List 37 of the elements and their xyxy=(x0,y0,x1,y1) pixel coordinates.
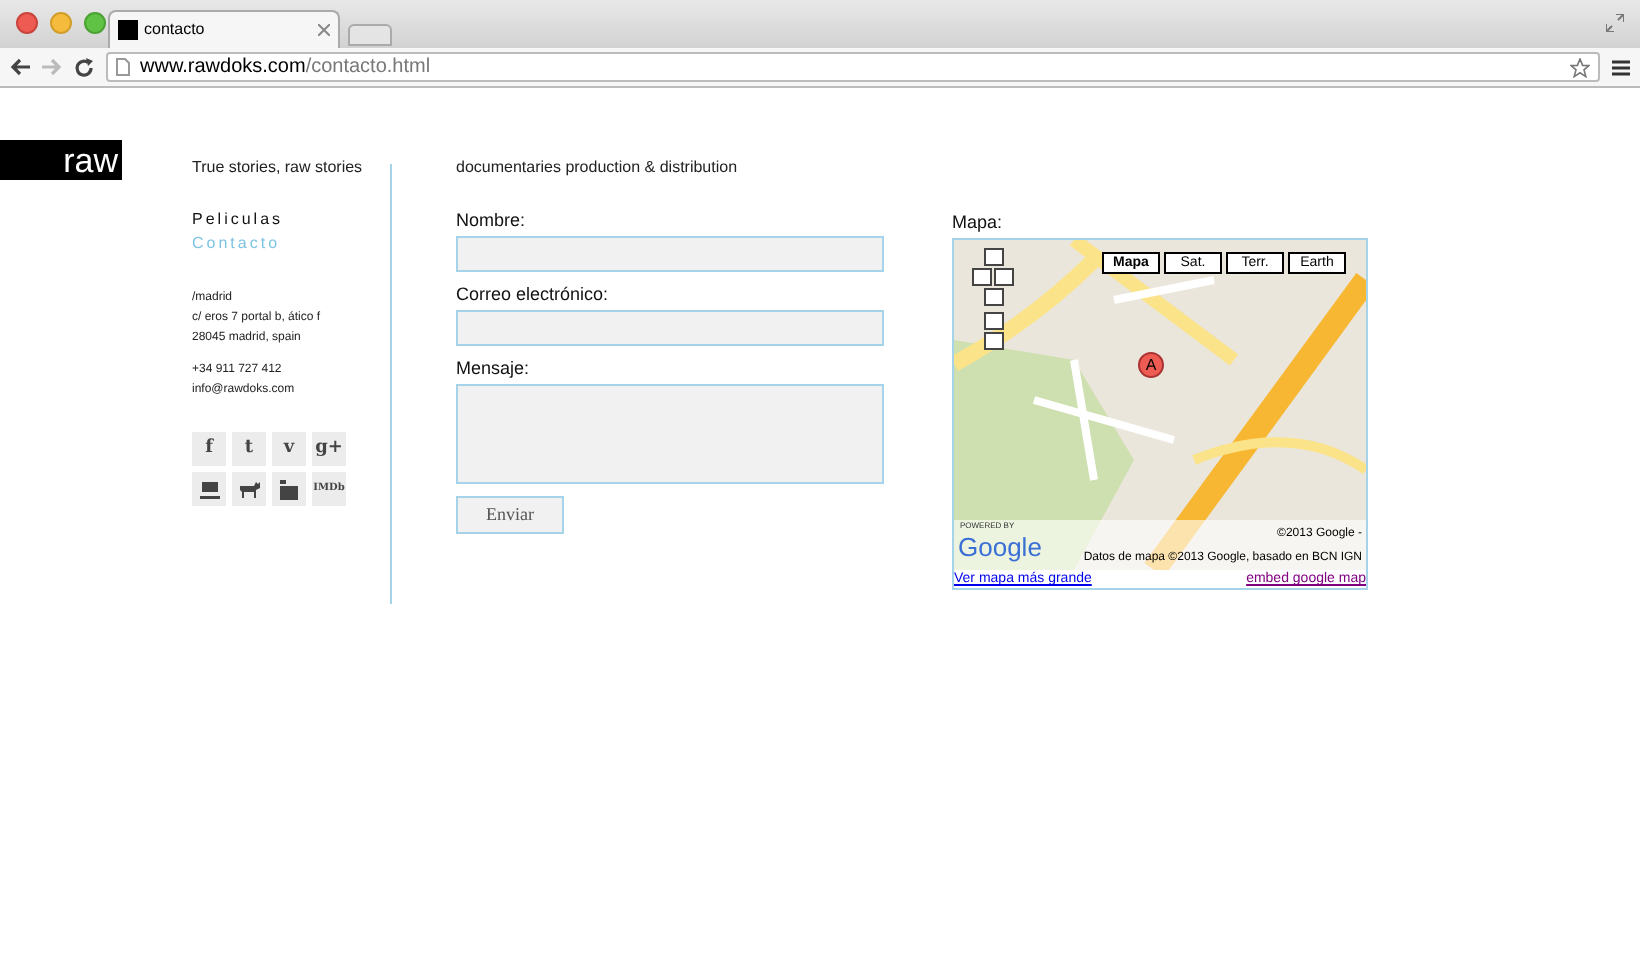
url-text: www.rawdoks.com/contacto.html xyxy=(140,57,431,77)
google-logo: Google xyxy=(958,534,1042,560)
tab-title: contacto xyxy=(144,18,207,42)
field-label: Correo electrónico: xyxy=(456,286,611,304)
field-label: Mensaje: xyxy=(456,360,532,378)
moose-icon xyxy=(237,480,261,498)
monitor-icon xyxy=(199,479,219,499)
field-label: Nombre: xyxy=(456,212,528,230)
clapper-icon xyxy=(280,479,298,499)
tagline: True stories, raw stories xyxy=(192,160,365,176)
submit-button[interactable]: Enviar xyxy=(456,496,564,534)
favicon-icon xyxy=(118,20,138,40)
input-field[interactable] xyxy=(456,310,884,346)
social-link[interactable]: f xyxy=(192,432,226,466)
back-arrow-icon[interactable] xyxy=(10,58,30,76)
social-link[interactable] xyxy=(192,472,226,506)
social-link[interactable] xyxy=(272,472,306,506)
subtitle: documentaries production & distribution xyxy=(456,160,740,176)
social-link[interactable]: g+ xyxy=(312,432,346,466)
social-link[interactable]: v xyxy=(272,432,306,466)
page-icon xyxy=(116,58,130,76)
input-field[interactable] xyxy=(456,236,884,272)
close-tab-icon[interactable] xyxy=(318,24,330,36)
social-link[interactable] xyxy=(232,472,266,506)
browser-tab[interactable]: contacto xyxy=(108,10,340,48)
map-label: Mapa: xyxy=(952,214,1005,232)
message-field[interactable] xyxy=(456,384,884,484)
close-window-icon[interactable] xyxy=(16,12,38,34)
address-bar[interactable]: www.rawdoks.com/contacto.html xyxy=(106,52,1600,82)
fullscreen-icon[interactable] xyxy=(1606,14,1624,32)
star-icon[interactable] xyxy=(1570,57,1590,77)
logo[interactable]: raw xyxy=(0,140,122,180)
menu-icon[interactable] xyxy=(1612,59,1630,75)
reload-icon[interactable] xyxy=(74,57,94,77)
social-link[interactable]: t xyxy=(232,432,266,466)
nav-link[interactable]: Peliculas xyxy=(192,212,390,228)
map-marker[interactable]: A xyxy=(1138,352,1164,378)
